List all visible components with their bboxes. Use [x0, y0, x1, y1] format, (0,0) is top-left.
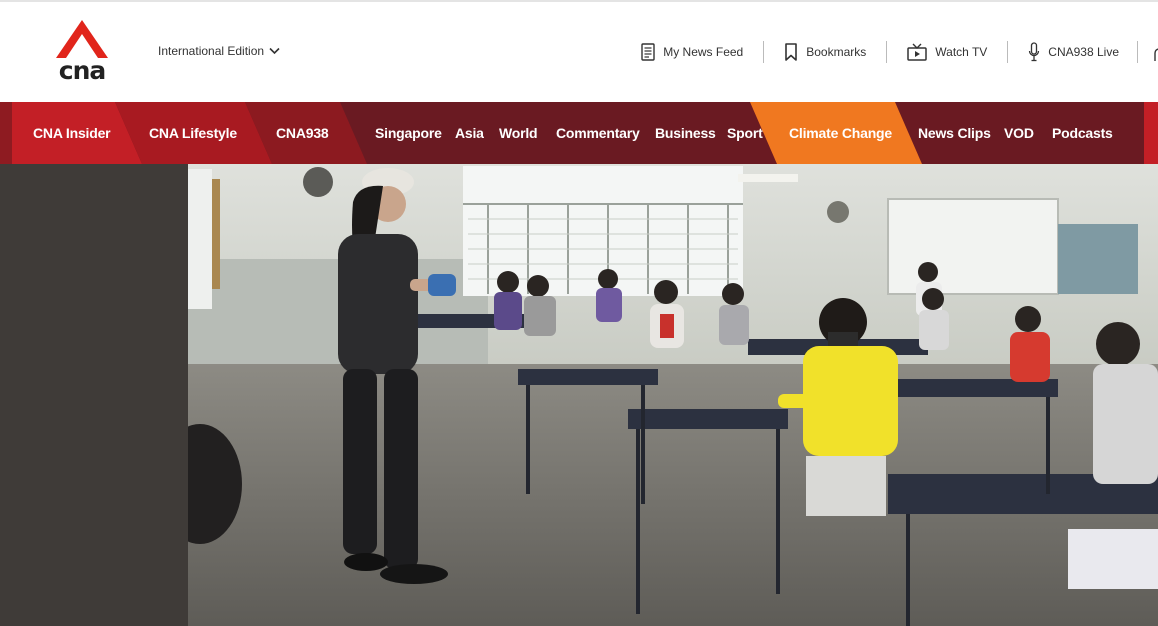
main-navigation: CNA Insider CNA Lifestyle CNA938 Singapo… [0, 102, 1158, 164]
watch-tv-link[interactable]: Watch TV [887, 41, 1009, 63]
nav-singapore[interactable]: Singapore [375, 102, 442, 164]
watch-tv-label: Watch TV [935, 45, 988, 59]
cna938-live-link[interactable]: CNA938 Live [1008, 41, 1138, 63]
chevron-down-icon [269, 47, 280, 55]
edition-label: International Edition [158, 44, 265, 58]
site-header: cna International Edition My News Feed B… [0, 2, 1158, 102]
nav-commentary[interactable]: Commentary [556, 102, 640, 164]
utility-overflow-edge [1152, 41, 1158, 63]
nav-sport[interactable]: Sport [727, 102, 763, 164]
nav-climate-change[interactable]: Climate Change [789, 102, 892, 164]
classroom-photo [188, 164, 1158, 626]
bookmarks-link[interactable]: Bookmarks [764, 41, 888, 63]
main-content [0, 164, 1158, 626]
my-news-feed-link[interactable]: My News Feed [641, 41, 765, 63]
my-news-feed-label: My News Feed [663, 45, 744, 59]
nav-right-edge [1144, 102, 1158, 164]
tv-icon [907, 43, 928, 61]
edition-selector[interactable]: International Edition [158, 44, 280, 58]
tab-shape-left-notch [0, 102, 12, 164]
nav-cna-insider[interactable]: CNA Insider [33, 102, 111, 164]
hero-image[interactable] [188, 164, 1158, 626]
bookmarks-label: Bookmarks [806, 45, 867, 59]
nav-vod[interactable]: VOD [1004, 102, 1034, 164]
logo-triangle-icon [56, 20, 108, 58]
utility-links: My News Feed Bookmarks Watch TV CNA938 L… [641, 40, 1158, 64]
nav-business[interactable]: Business [655, 102, 716, 164]
partial-icon [1154, 48, 1158, 61]
bookmark-icon [785, 43, 798, 61]
cna-logo[interactable]: cna [56, 20, 108, 86]
microphone-icon [1029, 42, 1040, 62]
nav-cna-lifestyle[interactable]: CNA Lifestyle [149, 102, 237, 164]
logo-wordmark: cna [58, 56, 107, 85]
nav-podcasts[interactable]: Podcasts [1052, 102, 1113, 164]
nav-news-clips[interactable]: News Clips [918, 102, 991, 164]
cna938-live-label: CNA938 Live [1048, 45, 1119, 59]
nav-world[interactable]: World [499, 102, 538, 164]
news-feed-icon [641, 43, 655, 61]
nav-cna938[interactable]: CNA938 [276, 102, 329, 164]
nav-asia[interactable]: Asia [455, 102, 484, 164]
left-panel [0, 164, 188, 626]
